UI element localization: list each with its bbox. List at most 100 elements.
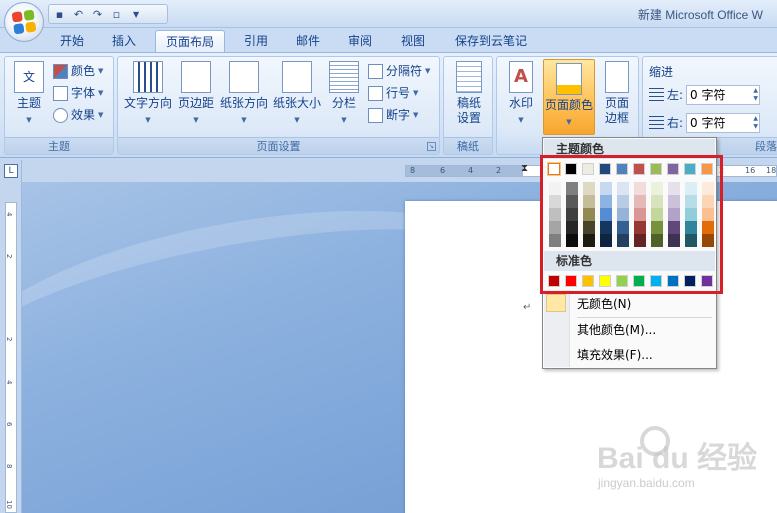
paragraph-mark-icon: ↵ bbox=[523, 302, 532, 313]
page-borders-button[interactable]: 页面 边框 bbox=[599, 61, 635, 126]
vertical-ruler[interactable]: 4 2 2 4 6 8 10 bbox=[0, 182, 22, 513]
line-numbers-label: 行号 bbox=[386, 86, 411, 100]
spinner-icon[interactable]: ▲ ▼ bbox=[753, 115, 758, 131]
indent-marker-icon[interactable]: ⧗ bbox=[521, 163, 528, 174]
ruler-number: 8 bbox=[410, 166, 416, 175]
tab-page-layout[interactable]: 页面布局 bbox=[155, 30, 225, 52]
highlight-annotation bbox=[540, 155, 723, 294]
spinner-icon[interactable]: ▲ ▼ bbox=[753, 87, 758, 103]
draft-paper-button[interactable]: 稿纸 设置 bbox=[450, 61, 488, 126]
page-borders-label-2: 边框 bbox=[604, 111, 629, 125]
watermark-icon: A bbox=[509, 61, 533, 93]
breaks-button[interactable]: 分隔符 ▼ bbox=[368, 61, 430, 81]
orientation-label: 纸张方向 bbox=[219, 96, 268, 110]
draft-paper-group-label: 稿纸 bbox=[444, 137, 492, 154]
office-logo-icon bbox=[11, 9, 37, 35]
theme-group: 文 主题 ▼ 颜色 ▼ 字体 ▼ 效果 ▼ 主题 bbox=[4, 56, 114, 155]
tab-save-to-cloud-notes[interactable]: 保存到云笔记 bbox=[446, 30, 536, 52]
qat-customize-icon[interactable]: ▼ bbox=[133, 10, 139, 19]
page-color-button[interactable]: 页面颜色 ▼ bbox=[543, 59, 595, 135]
line-numbers-button[interactable]: 行号 ▼ bbox=[368, 83, 418, 103]
page-borders-icon bbox=[605, 61, 629, 93]
save-icon[interactable]: ▪ bbox=[53, 8, 66, 21]
window-title: 新建 Microsoft Office W bbox=[637, 8, 763, 22]
theme-colors-button[interactable]: 颜色 ▼ bbox=[53, 61, 103, 81]
title-bar: ▪ ↶ ↷ ▫ ▼ 新建 Microsoft Office W bbox=[0, 0, 777, 28]
redo-icon[interactable]: ↷ bbox=[91, 8, 104, 21]
no-color-item[interactable]: 无颜色(N) bbox=[577, 293, 631, 315]
columns-button[interactable]: 分栏 ▼ bbox=[326, 61, 362, 128]
indent-left-row: 左: 0 字符 ▲ ▼ bbox=[649, 85, 761, 105]
effects-icon bbox=[53, 107, 68, 123]
ruler-number: 8 bbox=[5, 464, 13, 469]
columns-label: 分栏 bbox=[331, 96, 356, 110]
ruler-number: 2 bbox=[5, 254, 13, 259]
margins-icon bbox=[181, 61, 211, 93]
tab-stop-selector-icon[interactable]: L bbox=[4, 164, 18, 178]
size-button[interactable]: 纸张大小 ▼ bbox=[271, 61, 323, 128]
indent-right-icon bbox=[649, 115, 664, 131]
tab-home[interactable]: 开始 bbox=[52, 30, 92, 52]
breaks-label: 分隔符 bbox=[386, 64, 423, 78]
indent-left-input[interactable]: 0 字符 ▲ ▼ bbox=[686, 85, 761, 105]
indent-right-label: 右: bbox=[667, 116, 684, 130]
hyphenation-label: 断字 bbox=[386, 108, 411, 122]
undo-icon[interactable]: ↶ bbox=[72, 8, 85, 21]
hyphenation-button[interactable]: 断字 ▼ bbox=[368, 105, 418, 125]
tab-review[interactable]: 审阅 bbox=[340, 30, 380, 52]
theme-fonts-label: 字体 bbox=[71, 86, 96, 100]
indent-heading: 缩进 bbox=[649, 65, 674, 79]
draft-paper-group: 稿纸 设置 稿纸 bbox=[443, 56, 493, 155]
tab-insert[interactable]: 插入 bbox=[104, 30, 144, 52]
indent-right-row: 右: 0 字符 ▲ ▼ bbox=[649, 113, 761, 133]
theme-colors-label: 颜色 bbox=[71, 64, 96, 78]
page-color-label: 页面颜色 bbox=[544, 98, 593, 112]
ruler-number: 4 bbox=[5, 212, 13, 217]
palette-icon bbox=[53, 63, 68, 79]
draft-paper-label-1: 稿纸 bbox=[456, 96, 481, 110]
ruler-corner: L bbox=[0, 160, 22, 182]
ruler-number: 18 bbox=[766, 166, 777, 175]
ruler-number: 2 bbox=[5, 337, 13, 342]
text-direction-label: 文字方向 bbox=[123, 96, 172, 110]
theme-effects-label: 效果 bbox=[71, 108, 96, 122]
size-label: 纸张大小 bbox=[272, 96, 321, 110]
ruler-number: 4 bbox=[468, 166, 474, 175]
columns-icon bbox=[329, 61, 359, 93]
tab-view[interactable]: 视图 bbox=[393, 30, 433, 52]
ruler-number: 10 bbox=[5, 500, 13, 509]
page-setup-launcher-icon[interactable]: ↘ bbox=[427, 142, 436, 151]
ruler-number: 2 bbox=[496, 166, 502, 175]
page-size-icon bbox=[282, 61, 312, 93]
theme-group-label: 主题 bbox=[5, 137, 113, 154]
draft-paper-icon bbox=[456, 61, 482, 93]
tab-references[interactable]: 引用 bbox=[236, 30, 276, 52]
watermark-label: 水印 bbox=[508, 96, 533, 110]
indent-left-label: 左: bbox=[667, 88, 684, 102]
ribbon-tabs: 开始 插入 页面布局 引用 邮件 审阅 视图 保存到云笔记 bbox=[0, 28, 777, 52]
margins-button[interactable]: 页边距 ▼ bbox=[176, 61, 216, 128]
quick-access-toolbar: ▪ ↶ ↷ ▫ ▼ bbox=[48, 4, 168, 24]
print-preview-icon[interactable]: ▫ bbox=[110, 8, 123, 21]
fill-effects-item[interactable]: 填充效果(F)... bbox=[577, 344, 653, 366]
orientation-button[interactable]: 纸张方向 ▼ bbox=[218, 61, 270, 128]
orientation-icon bbox=[229, 61, 259, 93]
indent-right-input[interactable]: 0 字符 ▲ ▼ bbox=[686, 113, 761, 133]
line-numbers-icon bbox=[368, 85, 383, 101]
ruler-margin-area bbox=[405, 165, 523, 177]
watermark-button[interactable]: A 水印 ▼ bbox=[503, 61, 539, 128]
theme-fonts-button[interactable]: 字体 ▼ bbox=[53, 83, 103, 103]
ruler-number: 4 bbox=[5, 380, 13, 385]
page-setup-group-label: 页面设置 bbox=[118, 137, 439, 154]
hyphenation-icon bbox=[368, 107, 383, 123]
text-direction-button[interactable]: 文字方向 ▼ bbox=[122, 61, 174, 128]
office-button[interactable] bbox=[4, 2, 44, 42]
themes-button[interactable]: 文 主题 ▼ bbox=[11, 61, 47, 128]
tab-mailings[interactable]: 邮件 bbox=[288, 30, 328, 52]
margins-label: 页边距 bbox=[177, 96, 214, 110]
more-colors-item[interactable]: 其他颜色(M)... bbox=[577, 319, 656, 341]
breaks-icon bbox=[368, 63, 383, 79]
ruler-number: 16 bbox=[745, 166, 756, 175]
theme-effects-button[interactable]: 效果 ▼ bbox=[53, 105, 103, 125]
indent-right-value: 0 字符 bbox=[690, 116, 726, 130]
